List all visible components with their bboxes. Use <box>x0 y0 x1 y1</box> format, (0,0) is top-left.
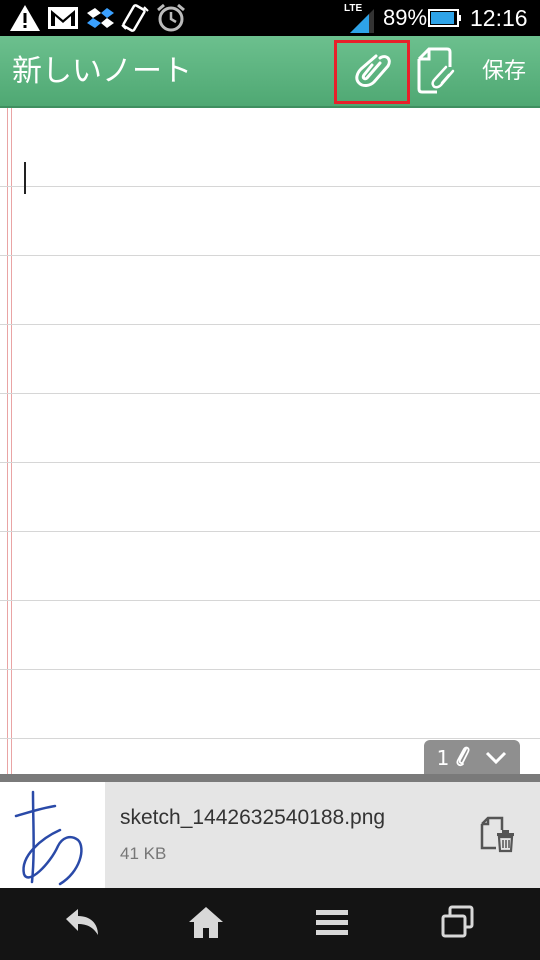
navigation-bar <box>0 888 540 960</box>
attachment-file-size: 41 KB <box>120 844 167 863</box>
home-button[interactable] <box>176 900 236 948</box>
signal-icon: LTE <box>344 3 378 33</box>
rule-line <box>0 324 540 325</box>
menu-icon <box>314 907 350 941</box>
note-editor[interactable] <box>0 108 540 774</box>
chevron-down-icon <box>485 746 507 770</box>
paperclip-icon <box>455 745 471 772</box>
menu-button[interactable] <box>302 900 362 948</box>
gmail-icon <box>46 3 80 33</box>
attachment-file-name: sketch_1442632540188.png <box>120 806 386 829</box>
dropbox-icon <box>84 3 116 33</box>
screen-rotate-icon <box>118 3 152 33</box>
back-icon <box>62 907 102 941</box>
margin-line <box>7 108 8 774</box>
paperclip-icon <box>350 50 394 94</box>
recent-apps-button[interactable] <box>428 900 488 948</box>
rule-line <box>0 255 540 256</box>
save-button[interactable]: 保存 <box>472 36 536 108</box>
rule-line <box>0 531 540 532</box>
battery-percent: 89% <box>383 5 428 30</box>
warning-icon <box>8 3 42 33</box>
battery-icon <box>428 3 462 33</box>
action-bar: 新しいノート 保存 <box>0 36 540 108</box>
page-title: 新しいノート <box>12 54 192 89</box>
margin-line <box>11 108 12 774</box>
text-cursor <box>24 162 26 194</box>
attachment-count: 1 <box>436 746 450 770</box>
delete-attachment-icon <box>478 814 518 858</box>
attach-file-button[interactable] <box>412 44 462 100</box>
home-icon <box>187 905 225 943</box>
attachment-thumbnail[interactable] <box>0 782 105 888</box>
rule-line <box>0 738 540 739</box>
rule-line <box>0 669 540 670</box>
back-button[interactable] <box>52 900 112 948</box>
rule-line <box>0 600 540 601</box>
attachment-toggle-tab[interactable]: 1 <box>424 740 520 776</box>
alarm-icon <box>154 3 188 33</box>
attachment-item[interactable]: sketch_1442632540188.png 41 KB <box>0 782 540 888</box>
rule-line <box>0 393 540 394</box>
recent-apps-icon <box>440 904 476 944</box>
attachment-divider <box>0 774 540 782</box>
attach-file-icon <box>415 45 459 99</box>
rule-line <box>0 462 540 463</box>
status-bar: LTE 89% 12:16 <box>0 0 540 36</box>
rule-line <box>0 186 540 187</box>
clock: 12:16 <box>470 5 528 31</box>
delete-attachment-button[interactable] <box>474 812 522 860</box>
attach-button[interactable] <box>334 40 410 104</box>
